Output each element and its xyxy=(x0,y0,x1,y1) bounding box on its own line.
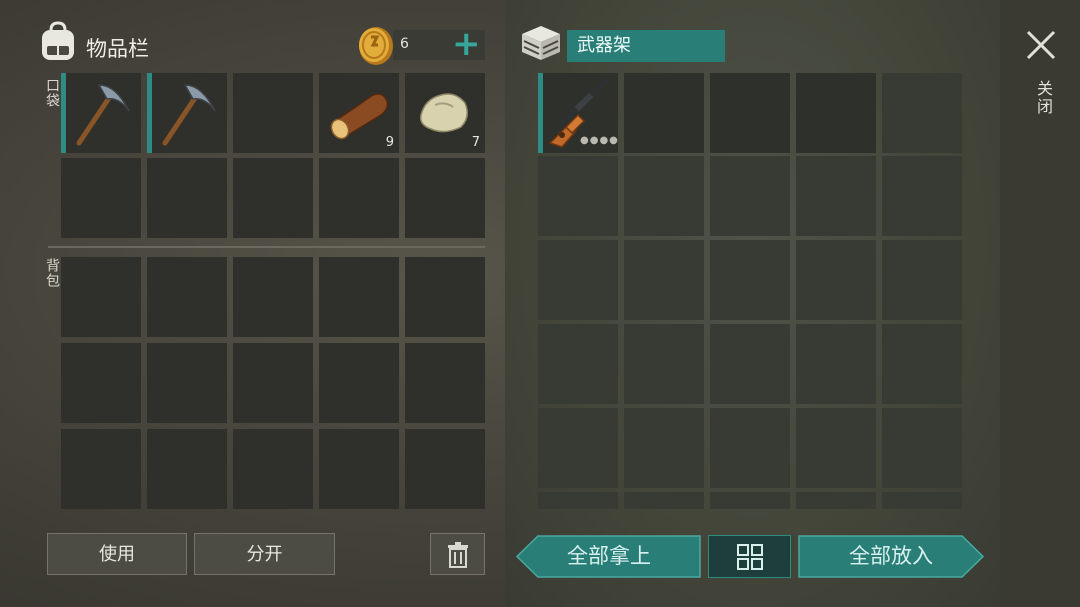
container-slot[interactable] xyxy=(796,240,876,320)
bag-slot[interactable] xyxy=(319,343,399,423)
container-slot[interactable] xyxy=(538,240,618,320)
pocket-slot-8[interactable] xyxy=(233,158,313,238)
put-all-label: 全部放入 xyxy=(849,544,933,568)
take-all-button[interactable]: 全部拿上 xyxy=(516,535,702,578)
bag-slot[interactable] xyxy=(405,343,485,423)
container-slot[interactable] xyxy=(624,73,704,153)
add-coins-button[interactable]: + xyxy=(452,27,481,61)
container-slot[interactable] xyxy=(796,73,876,153)
container-slot[interactable] xyxy=(710,492,790,509)
pocket-slot-2[interactable] xyxy=(147,73,227,153)
close-icon[interactable] xyxy=(1024,28,1058,62)
bag-slot[interactable] xyxy=(233,429,313,509)
split-button[interactable]: 分开 xyxy=(194,533,335,575)
coin-icon xyxy=(359,27,393,65)
section-divider xyxy=(48,246,485,248)
pocket-slot-1[interactable] xyxy=(61,73,141,153)
inventory-title: 物品栏 xyxy=(86,37,149,61)
pocket-label: 口袋 xyxy=(44,78,60,108)
container-slot[interactable] xyxy=(882,240,962,320)
trash-icon xyxy=(447,542,468,568)
bag-slot[interactable] xyxy=(233,343,313,423)
pocket-slot-10[interactable] xyxy=(405,158,485,238)
container-slot[interactable] xyxy=(710,240,790,320)
container-slot[interactable] xyxy=(538,324,618,404)
container-slot[interactable] xyxy=(796,324,876,404)
container-slot[interactable] xyxy=(624,492,704,509)
bag-slot[interactable] xyxy=(405,257,485,337)
container-slot[interactable] xyxy=(624,240,704,320)
backpack-icon xyxy=(42,21,74,60)
pocket-slot-7[interactable] xyxy=(147,158,227,238)
sort-button[interactable] xyxy=(708,535,791,578)
pocket-slot-4[interactable]: 9 xyxy=(319,73,399,153)
bag-slot[interactable] xyxy=(233,257,313,337)
container-slot[interactable] xyxy=(796,156,876,236)
item-quantity: 7 xyxy=(471,135,480,150)
bag-slot[interactable] xyxy=(405,429,485,509)
container-slot[interactable] xyxy=(538,492,618,509)
container-slot[interactable] xyxy=(796,408,876,488)
container-slot[interactable] xyxy=(882,408,962,488)
bag-slot[interactable] xyxy=(319,257,399,337)
container-slot[interactable] xyxy=(624,408,704,488)
durability-dots: ●●●● xyxy=(580,135,619,146)
bag-slot[interactable] xyxy=(61,429,141,509)
bag-slot[interactable] xyxy=(61,257,141,337)
use-button[interactable]: 使用 xyxy=(47,533,187,575)
container-slot[interactable] xyxy=(538,408,618,488)
weapon-rack-icon xyxy=(522,26,560,60)
put-all-button[interactable]: 全部放入 xyxy=(798,535,984,578)
close-label[interactable]: 关闭 xyxy=(1031,80,1055,116)
coin-count: 6 xyxy=(400,36,409,52)
trash-button[interactable] xyxy=(430,533,485,575)
grid-sort-icon xyxy=(737,544,763,570)
bag-slot[interactable] xyxy=(147,429,227,509)
container-slot[interactable] xyxy=(882,156,962,236)
pickaxe-icon xyxy=(76,84,130,146)
take-all-label: 全部拿上 xyxy=(567,544,651,568)
container-slot[interactable] xyxy=(796,492,876,509)
container-slot[interactable] xyxy=(882,324,962,404)
pocket-slot-3[interactable] xyxy=(233,73,313,153)
container-slot[interactable] xyxy=(710,156,790,236)
container-slot[interactable] xyxy=(710,408,790,488)
bag-slot[interactable] xyxy=(61,343,141,423)
pocket-slot-5[interactable]: 7 xyxy=(405,73,485,153)
container-title: 武器架 xyxy=(567,30,725,62)
container-slot-1[interactable]: ●●●● xyxy=(538,73,618,153)
container-slot[interactable] xyxy=(624,324,704,404)
container-slot[interactable] xyxy=(882,492,962,509)
pocket-slot-9[interactable] xyxy=(319,158,399,238)
bag-slot[interactable] xyxy=(147,257,227,337)
container-slot[interactable] xyxy=(882,73,962,153)
container-slot[interactable] xyxy=(710,73,790,153)
item-quantity: 9 xyxy=(385,135,394,150)
pickaxe-icon xyxy=(162,84,216,146)
bag-slot[interactable] xyxy=(319,429,399,509)
bag-label: 背包 xyxy=(44,258,60,288)
container-slot[interactable] xyxy=(710,324,790,404)
bag-slot[interactable] xyxy=(147,343,227,423)
container-slot[interactable] xyxy=(538,156,618,236)
container-slot[interactable] xyxy=(624,156,704,236)
pocket-slot-6[interactable] xyxy=(61,158,141,238)
